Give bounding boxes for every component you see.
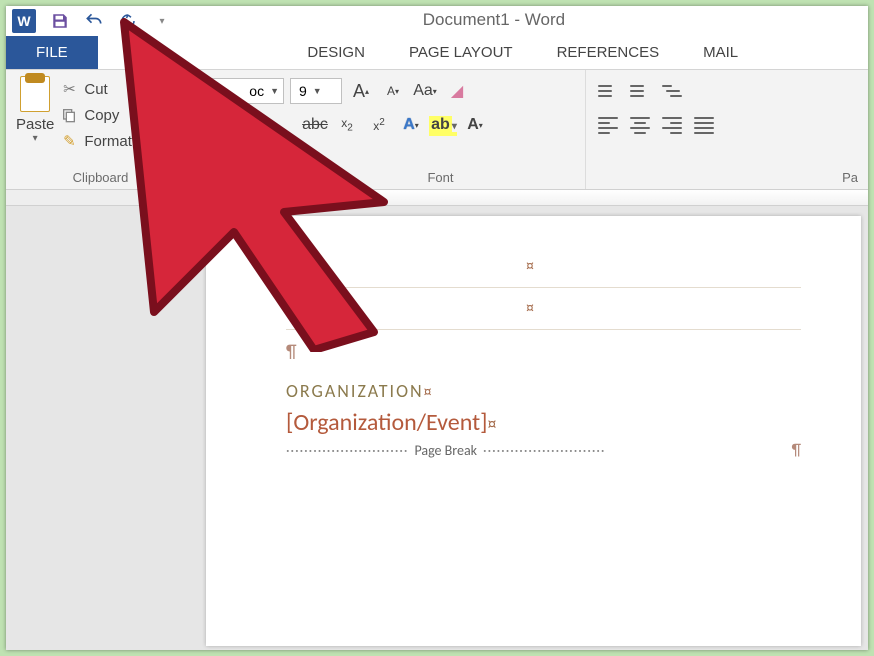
cut-label: Cut <box>84 81 107 98</box>
pilcrow-mark: ¶ <box>792 441 801 460</box>
clipboard-group-label: Clipboard <box>14 170 187 187</box>
justify-button[interactable] <box>690 113 718 137</box>
superscript-button[interactable]: x2 <box>366 112 392 138</box>
customize-qat-icon[interactable]: ▾ <box>152 11 172 31</box>
align-left-button[interactable] <box>594 113 622 137</box>
paste-icon <box>20 76 50 112</box>
quick-access-toolbar: W ▾ <box>6 9 172 33</box>
highlight-button[interactable]: ab▾ <box>430 112 456 138</box>
cell-mark-icon: ¤ <box>312 257 320 276</box>
pilcrow-mark: ¶ <box>286 340 801 362</box>
copy-label: Copy <box>84 107 119 124</box>
multilevel-list-button[interactable] <box>658 79 686 103</box>
copy-button[interactable]: Copy <box>60 102 146 128</box>
row-number: 14 <box>286 246 312 278</box>
group-clipboard: Paste ▾ ✂ Cut Copy ✎ <box>6 70 196 189</box>
document-title: Document1 - Word <box>423 10 565 30</box>
shrink-font-button[interactable]: A▾ <box>380 78 406 104</box>
format-painter-button[interactable]: ✎ Format P <box>60 128 146 154</box>
paste-label: Paste <box>16 116 54 133</box>
change-case-button[interactable]: Aa▾ <box>412 78 438 104</box>
cell-mark-icon: ¤ <box>526 299 534 318</box>
page-break-label: Page Break <box>408 442 483 459</box>
paragraph-group-label: Pa <box>842 170 858 185</box>
align-right-button[interactable] <box>658 113 686 137</box>
numbering-button[interactable] <box>626 79 654 103</box>
scissors-icon: ✂ <box>60 80 78 98</box>
cut-button[interactable]: ✂ Cut <box>60 76 146 102</box>
text-effects-button[interactable]: A▾ <box>398 112 424 138</box>
align-center-button[interactable] <box>626 113 654 137</box>
grow-font-button[interactable]: A▴ <box>348 78 374 104</box>
save-icon[interactable] <box>50 11 70 31</box>
font-color-button[interactable]: A▾ <box>462 112 488 138</box>
format-painter-label: Format P <box>84 133 146 150</box>
table-row: 14¤ ¤ <box>286 246 801 288</box>
paste-button[interactable]: Paste ▾ <box>14 74 60 170</box>
bullets-button[interactable] <box>594 79 622 103</box>
tab-mailings[interactable]: MAIL <box>681 36 760 69</box>
word-app-icon: W <box>12 9 36 33</box>
undo-icon[interactable] <box>84 11 104 31</box>
cell-mark-icon: ¤ <box>320 302 326 317</box>
page-break-indicator: ··························· Page Break ·… <box>286 441 801 460</box>
table-row: 15¤¤ ¤ <box>286 288 801 330</box>
clear-formatting-button[interactable]: ◢ <box>444 78 470 104</box>
cell-mark-icon: ¤ <box>526 257 534 276</box>
font-group-label: Font <box>204 170 577 187</box>
tab-page-layout[interactable]: PAGE LAYOUT <box>387 36 535 69</box>
document-page[interactable]: 14¤ ¤ 15¤¤ ¤ ¶ ORGANIZATION¤ [Organizati… <box>206 216 861 646</box>
subscript-button[interactable]: x2 <box>334 112 360 138</box>
organization-field[interactable]: [Organization/Event]¤ <box>286 408 801 437</box>
titlebar: W ▾ Document1 - Word <box>6 6 868 36</box>
group-font: oc▼ 9▼ A▴ A▾ Aa▾ ◢ abc x2 x2 A▾ ab▾ A▾ <box>196 70 586 189</box>
tab-design[interactable]: DESIGN <box>285 36 387 69</box>
copy-icon <box>60 106 78 124</box>
group-paragraph: Pa <box>586 70 868 189</box>
tab-file[interactable]: FILE <box>6 36 98 69</box>
strikethrough-button[interactable]: abc <box>302 112 328 138</box>
horizontal-ruler[interactable] <box>6 190 868 206</box>
font-size-value: 9 <box>299 83 307 99</box>
ribbon: Paste ▾ ✂ Cut Copy ✎ <box>6 70 868 190</box>
paintbrush-icon: ✎ <box>60 132 78 150</box>
chevron-down-icon[interactable]: ▾ <box>33 133 38 144</box>
organization-heading: ORGANIZATION¤ <box>286 380 801 402</box>
redo-icon[interactable] <box>118 11 138 31</box>
chevron-down-icon: ▼ <box>313 86 322 96</box>
font-name-value: oc <box>249 83 264 99</box>
font-name-combo[interactable]: oc ▼ <box>204 78 284 104</box>
chevron-down-icon: ▼ <box>270 86 279 96</box>
document-area: 14¤ ¤ 15¤¤ ¤ ¶ ORGANIZATION¤ [Organizati… <box>6 190 868 650</box>
row-number: 15 <box>286 288 312 320</box>
ribbon-tabs: FILE HOME INSERT DESIGN PAGE LAYOUT REFE… <box>6 36 868 70</box>
word-window: W ▾ Document1 - Word FILE HOME INSERT DE… <box>6 6 868 650</box>
tab-references[interactable]: REFERENCES <box>535 36 682 69</box>
font-size-combo[interactable]: 9▼ <box>290 78 342 104</box>
